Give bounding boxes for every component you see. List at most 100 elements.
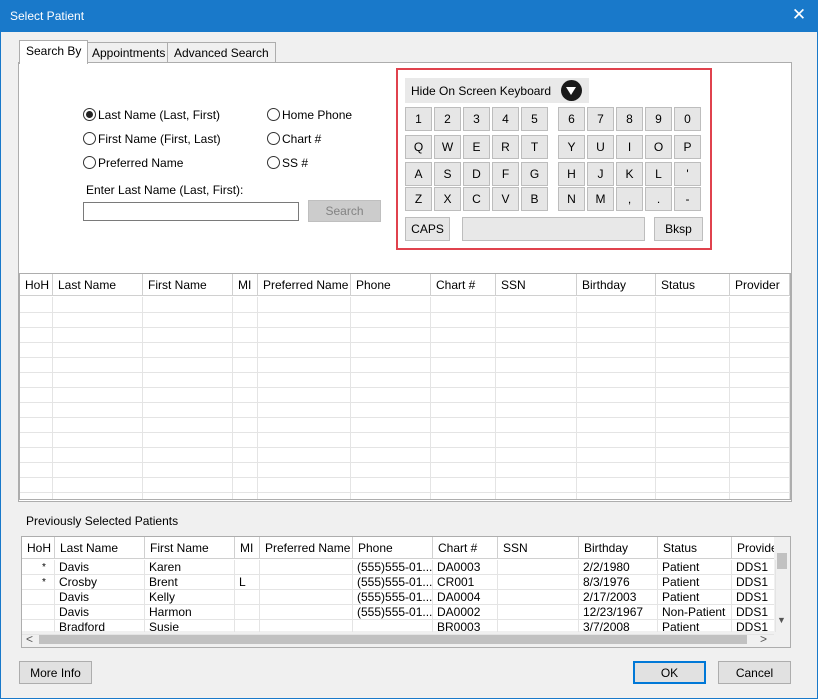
key-a[interactable]: A — [405, 162, 432, 186]
key-comma[interactable]: , — [616, 187, 643, 211]
column-header[interactable]: First Name — [143, 274, 233, 296]
column-header[interactable]: Status — [656, 274, 730, 296]
space-key[interactable] — [462, 217, 645, 241]
column-header[interactable]: First Name — [145, 537, 235, 559]
column-header[interactable]: SSN — [498, 537, 579, 559]
column-header[interactable]: SSN — [496, 274, 577, 296]
radio-ss-number[interactable]: SS # — [267, 155, 308, 171]
search-input[interactable] — [83, 202, 299, 221]
key-i[interactable]: I — [616, 135, 643, 159]
key-9[interactable]: 9 — [645, 107, 672, 131]
key-3[interactable]: 3 — [463, 107, 490, 131]
key-m[interactable]: M — [587, 187, 614, 211]
radio-preferred-name[interactable]: Preferred Name — [83, 155, 183, 171]
tab-search-by[interactable]: Search By — [19, 40, 89, 64]
radio-label: Preferred Name — [98, 156, 184, 170]
key-x[interactable]: X — [434, 187, 461, 211]
results-grid[interactable]: HoH Last Name First Name MI Preferred Name Ph… — [19, 273, 791, 500]
column-header[interactable]: Preferred Name — [258, 274, 351, 296]
grid-column-line — [52, 297, 53, 499]
key-c[interactable]: C — [463, 187, 490, 211]
radio-label: Last Name (Last, First) — [98, 108, 221, 122]
column-header[interactable]: Last Name — [53, 274, 143, 296]
key-5[interactable]: 5 — [521, 107, 548, 131]
key-h[interactable]: H — [558, 162, 585, 186]
key-p[interactable]: P — [674, 135, 701, 159]
key-2[interactable]: 2 — [434, 107, 461, 131]
key-period[interactable]: . — [645, 187, 672, 211]
hide-keyboard-toggle[interactable]: Hide On Screen Keyboard — [405, 78, 589, 103]
key-z[interactable]: Z — [405, 187, 432, 211]
key-apostrophe[interactable]: ' — [674, 162, 701, 186]
column-header[interactable]: MI — [233, 274, 258, 296]
key-f[interactable]: F — [492, 162, 519, 186]
key-7[interactable]: 7 — [587, 107, 614, 131]
key-o[interactable]: O — [645, 135, 672, 159]
column-header[interactable]: Status — [658, 537, 732, 559]
column-header[interactable]: Chart # — [433, 537, 498, 559]
key-dash[interactable]: - — [674, 187, 701, 211]
table-row[interactable]: * Davis Karen (555)555-01... DA0003 2/2/1980 P… — [22, 560, 774, 575]
key-y[interactable]: Y — [558, 135, 585, 159]
caps-key[interactable]: CAPS — [405, 217, 450, 241]
radio-home-phone[interactable]: Home Phone — [267, 107, 352, 123]
column-header[interactable]: Preferred Name — [260, 537, 353, 559]
tab-advanced-search[interactable]: Advanced Search — [167, 42, 276, 63]
table-row[interactable]: Bradford Susie BR0003 3/7/2008 Patient DDS1 — [22, 620, 774, 635]
key-e[interactable]: E — [463, 135, 490, 159]
key-1[interactable]: 1 — [405, 107, 432, 131]
previous-patients-grid[interactable]: HoH Last Name First Name MI Preferred Name Ph… — [21, 536, 791, 648]
column-header[interactable]: HoH — [22, 537, 55, 559]
key-d[interactable]: D — [463, 162, 490, 186]
key-j[interactable]: J — [587, 162, 614, 186]
key-g[interactable]: G — [521, 162, 548, 186]
key-t[interactable]: T — [521, 135, 548, 159]
radio-chart-number[interactable]: Chart # — [267, 131, 321, 147]
key-4[interactable]: 4 — [492, 107, 519, 131]
column-header[interactable]: Last Name — [55, 537, 145, 559]
key-b[interactable]: B — [521, 187, 548, 211]
column-header[interactable]: Phone — [353, 537, 433, 559]
column-header[interactable]: Provider — [730, 274, 790, 296]
radio-last-name[interactable]: Last Name (Last, First) — [83, 107, 220, 123]
cancel-button[interactable]: Cancel — [718, 661, 791, 684]
cell-ssn — [498, 605, 579, 620]
table-row[interactable]: Davis Kelly (555)555-01... DA0004 2/17/2003 P… — [22, 590, 774, 605]
key-0[interactable]: 0 — [674, 107, 701, 131]
more-info-button[interactable]: More Info — [19, 661, 92, 684]
column-header[interactable]: Birthday — [579, 537, 658, 559]
radio-first-name[interactable]: First Name (First, Last) — [83, 131, 221, 147]
close-icon[interactable]: ✕ — [791, 6, 807, 23]
key-s[interactable]: S — [434, 162, 461, 186]
cell-ssn — [498, 620, 579, 635]
scroll-down-icon[interactable]: ▼ — [777, 615, 786, 625]
key-r[interactable]: R — [492, 135, 519, 159]
key-u[interactable]: U — [587, 135, 614, 159]
key-l[interactable]: L — [645, 162, 672, 186]
vertical-scroll-thumb[interactable] — [777, 553, 787, 569]
backspace-key[interactable]: Bksp — [654, 217, 703, 241]
key-w[interactable]: W — [434, 135, 461, 159]
column-header[interactable]: MI — [235, 537, 260, 559]
key-6[interactable]: 6 — [558, 107, 585, 131]
vertical-scrollbar[interactable]: ▼ — [774, 537, 790, 632]
column-header[interactable]: Birthday — [577, 274, 656, 296]
key-q[interactable]: Q — [405, 135, 432, 159]
chevron-down-icon[interactable] — [561, 80, 582, 101]
column-header[interactable]: Chart # — [431, 274, 496, 296]
ok-button[interactable]: OK — [633, 661, 706, 684]
column-header[interactable]: Phone — [351, 274, 431, 296]
grid-column-line — [232, 297, 233, 499]
horizontal-scroll-thumb[interactable] — [39, 634, 747, 644]
table-row[interactable]: Davis Harmon (555)555-01... DA0002 12/23/196… — [22, 605, 774, 620]
key-v[interactable]: V — [492, 187, 519, 211]
table-row[interactable]: * Crosby Brent L (555)555-01... CR001 8/3/1976… — [22, 575, 774, 590]
key-k[interactable]: K — [616, 162, 643, 186]
column-header[interactable]: Provide — [732, 537, 776, 559]
tab-appointments[interactable]: Appointments — [85, 42, 173, 63]
search-button[interactable]: Search — [308, 200, 381, 222]
key-n[interactable]: N — [558, 187, 585, 211]
column-header[interactable]: HoH — [20, 274, 53, 296]
key-8[interactable]: 8 — [616, 107, 643, 131]
grid-row-line — [20, 462, 790, 463]
